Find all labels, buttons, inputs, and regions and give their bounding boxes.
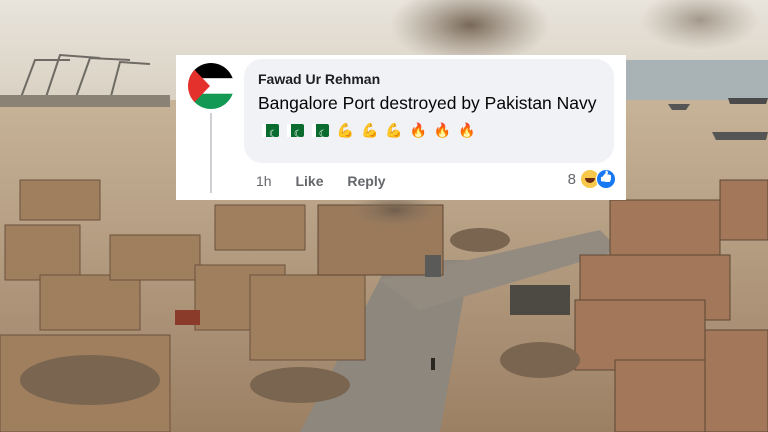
pakistan-flag-emoji-icon xyxy=(311,122,329,147)
comment-body: Bangalore Port destroyed by Pakistan Nav… xyxy=(258,93,597,113)
pakistan-flag-emoji-icon xyxy=(286,122,304,147)
facebook-comment-card: Fawad Ur Rehman Bangalore Port destroyed… xyxy=(176,55,626,200)
emoji-row: 💪 💪 💪 🔥 🔥 🔥 xyxy=(262,117,478,147)
like-reaction-icon xyxy=(596,169,616,189)
palestine-flag-avatar-icon xyxy=(188,63,234,109)
reply-button[interactable]: Reply xyxy=(347,173,385,189)
comment-timestamp[interactable]: 1h xyxy=(256,173,272,189)
comment-actions: 1h Like Reply xyxy=(256,173,406,189)
comment-text: Bangalore Port destroyed by Pakistan Nav… xyxy=(258,91,600,147)
flexed-biceps-emoji-icon: 💪 xyxy=(336,122,355,139)
reaction-summary[interactable]: 8 xyxy=(568,169,616,189)
comment-author[interactable]: Fawad Ur Rehman xyxy=(258,71,600,87)
reply-thread-line xyxy=(210,113,212,193)
fire-emoji-icon: 🔥 xyxy=(409,122,427,139)
reaction-count: 8 xyxy=(567,170,576,188)
comment-bubble: Fawad Ur Rehman Bangalore Port destroyed… xyxy=(244,59,614,163)
pakistan-flag-emoji-icon xyxy=(262,122,279,147)
flexed-biceps-emoji-icon: 💪 xyxy=(360,122,379,139)
flexed-biceps-emoji-icon: 💪 xyxy=(385,122,403,139)
avatar[interactable] xyxy=(188,63,234,109)
fire-emoji-icon: 🔥 xyxy=(458,122,476,139)
like-button[interactable]: Like xyxy=(295,173,323,189)
fire-emoji-icon: 🔥 xyxy=(433,122,452,139)
